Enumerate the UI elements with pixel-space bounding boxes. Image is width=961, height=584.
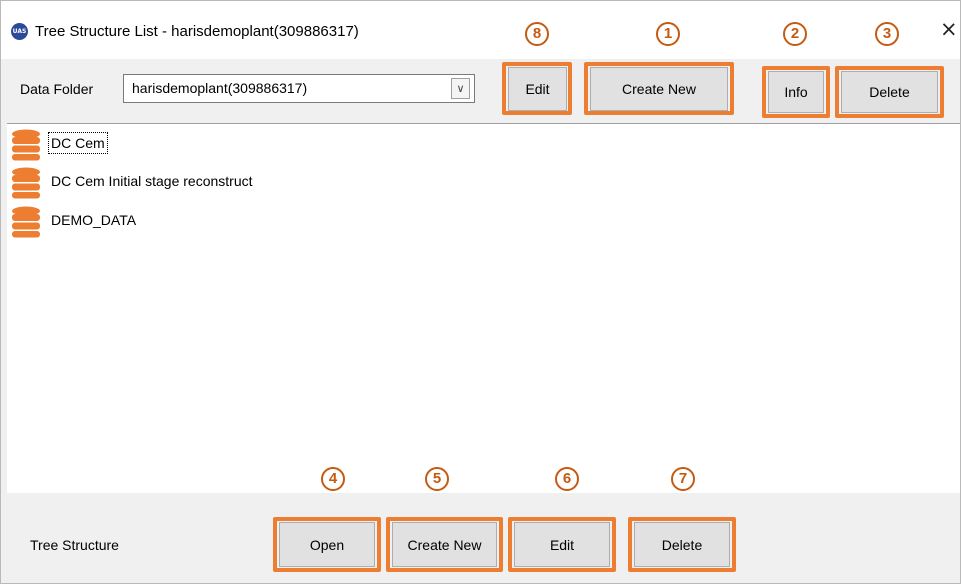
callout-number-4: 4	[321, 467, 345, 491]
callout-number-7: 7	[671, 467, 695, 491]
tree-structure-label: Tree Structure	[30, 537, 119, 553]
list-item-label: DC Cem Initial stage reconstruct	[51, 173, 253, 189]
callout-number-6: 6	[555, 467, 579, 491]
data-folder-value: harisdemoplant(309886317)	[132, 80, 308, 96]
callout-number-2: 2	[783, 22, 807, 46]
close-icon[interactable]: ×	[940, 18, 958, 40]
list-item-label: DEMO_DATA	[51, 212, 137, 228]
tree-structure-list-window: UAS Tree Structure List - harisdemoplant…	[0, 0, 961, 584]
callout-number-8: 8	[525, 22, 549, 46]
data-folder-label: Data Folder	[20, 81, 94, 97]
callout-highlight-3	[835, 66, 944, 118]
list-item[interactable]: DEMO_DATA	[7, 206, 207, 238]
list-item[interactable]: DC Cem Initial stage reconstruct	[7, 167, 367, 199]
window-title: Tree Structure List - harisdemoplant(309…	[35, 23, 359, 40]
callout-highlight-2	[762, 66, 830, 118]
callout-highlight-4	[273, 517, 381, 572]
data-folder-select[interactable]: harisdemoplant(309886317) ∨	[123, 74, 475, 103]
list-item[interactable]: DC Cem	[7, 129, 207, 161]
callout-number-1: 1	[656, 22, 680, 46]
app-logo-icon: UAS	[11, 23, 28, 40]
callout-highlight-1	[584, 62, 734, 115]
database-icon	[12, 167, 40, 199]
title-bar: UAS Tree Structure List - harisdemoplant…	[1, 1, 960, 59]
callout-highlight-5	[386, 517, 503, 572]
callout-highlight-8	[502, 62, 572, 115]
database-icon	[12, 206, 40, 238]
callout-number-5: 5	[425, 467, 449, 491]
chevron-down-icon[interactable]: ∨	[451, 78, 470, 99]
tree-structure-list[interactable]: DC Cem DC Cem Initial stage reconstruct …	[7, 123, 960, 494]
list-item-label: DC Cem	[48, 132, 108, 154]
callout-number-3: 3	[875, 22, 899, 46]
database-icon	[12, 129, 40, 161]
callout-highlight-7	[628, 517, 736, 572]
callout-highlight-6	[508, 517, 616, 572]
